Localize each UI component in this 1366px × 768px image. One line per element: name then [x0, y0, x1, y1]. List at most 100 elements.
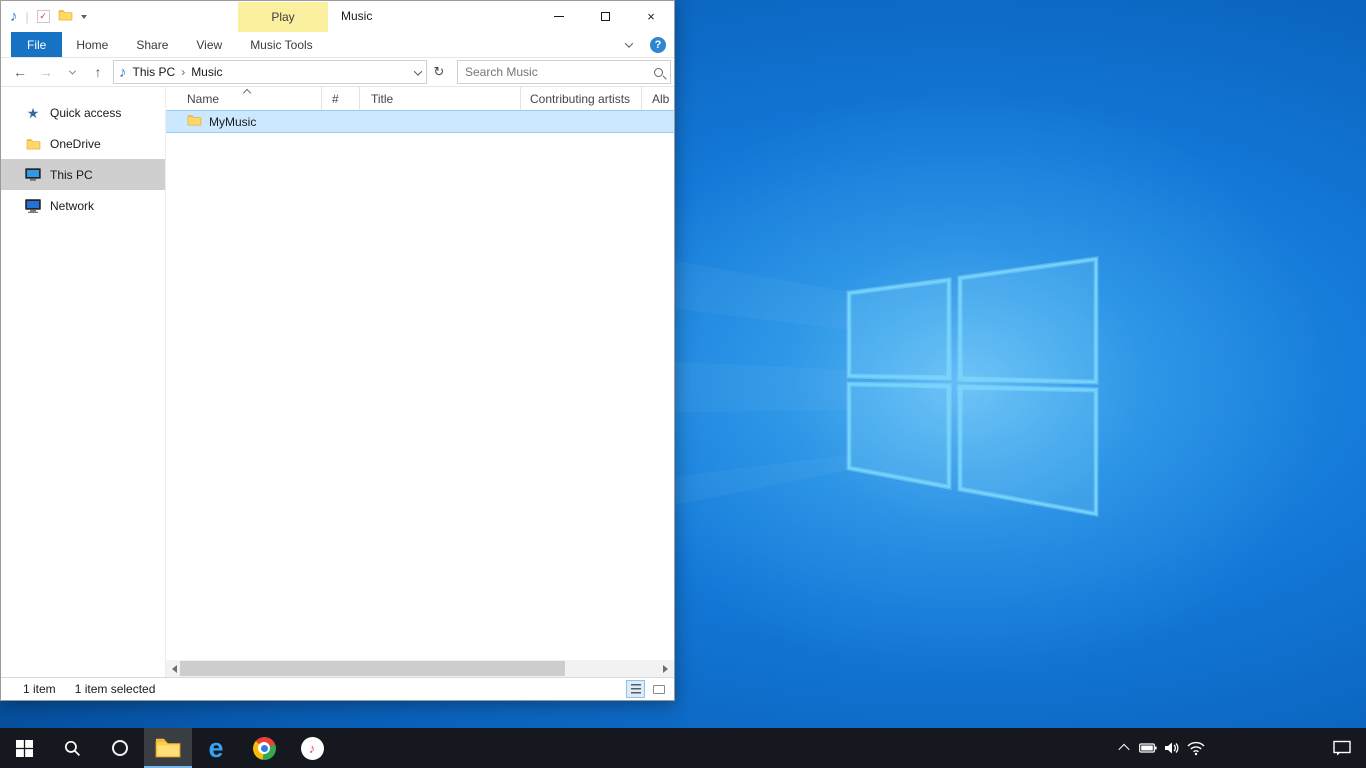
close-button[interactable]: × [628, 1, 674, 32]
contextual-tab-group-play[interactable]: Play [238, 2, 328, 32]
tab-file[interactable]: File [11, 32, 62, 57]
selection-count: 1 item selected [75, 682, 156, 696]
cortana-icon [112, 740, 128, 756]
sidebar-item-label: OneDrive [50, 137, 101, 151]
sidebar-item-label: Quick access [50, 106, 121, 120]
address-bar[interactable]: ♪ This PC › Music [113, 60, 427, 84]
tray-spacer [1208, 728, 1330, 768]
details-view-button[interactable] [626, 680, 645, 698]
chevron-down-icon [625, 39, 633, 47]
horizontal-scrollbar[interactable] [166, 660, 674, 677]
chrome-button[interactable] [240, 728, 288, 768]
properties-icon[interactable]: ✓ [37, 10, 50, 23]
ribbon-expand-button[interactable] [620, 42, 638, 48]
action-center-button[interactable] [1330, 728, 1354, 768]
triangle-left-icon [172, 665, 177, 673]
onedrive-folder-icon [25, 138, 41, 150]
large-icons-view-icon [653, 685, 665, 694]
computer-icon [25, 168, 41, 182]
file-rows: MyMusic [166, 110, 674, 660]
sidebar-item-label: Network [50, 199, 94, 213]
column-label: Contributing artists [530, 92, 630, 106]
maximize-button[interactable] [582, 1, 628, 32]
title-bar: ♪ | ✓ Play Music × [1, 1, 674, 32]
scroll-right-button[interactable] [657, 660, 674, 677]
help-button[interactable]: ? [650, 37, 666, 53]
system-tray [1112, 728, 1366, 768]
network-icon [25, 199, 41, 213]
sidebar-item-this-pc[interactable]: This PC [1, 159, 165, 190]
item-count: 1 item [23, 682, 56, 696]
scrollbar-thumb[interactable] [180, 661, 565, 676]
column-header-contributing-artists[interactable]: Contributing artists [521, 87, 642, 110]
search-input[interactable] [465, 65, 654, 79]
column-header-album[interactable]: Alb [642, 87, 674, 110]
speaker-icon [1164, 741, 1180, 755]
music-location-icon: ♪ [119, 65, 127, 80]
search-icon[interactable] [654, 68, 663, 77]
qat-customize-caret-icon[interactable] [81, 15, 87, 19]
file-explorer-window: ♪ | ✓ Play Music × File Home Share View … [0, 0, 675, 701]
column-header-title[interactable]: Title [360, 87, 521, 110]
breadcrumb-music[interactable]: Music [191, 65, 222, 79]
breadcrumb-separator: › [181, 65, 185, 79]
volume-button[interactable] [1160, 728, 1184, 768]
taskbar-search-button[interactable] [48, 728, 96, 768]
close-icon: × [647, 10, 655, 23]
recent-locations-caret[interactable] [59, 59, 85, 85]
address-dropdown-caret[interactable] [415, 65, 421, 79]
minimize-button[interactable] [536, 1, 582, 32]
file-row-mymusic[interactable]: MyMusic [166, 110, 674, 133]
status-bar: 1 item 1 item selected [1, 677, 674, 700]
tab-home[interactable]: Home [62, 32, 122, 57]
large-icons-view-button[interactable] [649, 680, 668, 698]
navigation-pane: ★ Quick access OneDrive This PC Network [1, 87, 166, 677]
sidebar-item-onedrive[interactable]: OneDrive [1, 128, 165, 159]
file-list-pane: Name # Title Contributing artists Alb [166, 87, 674, 677]
battery-icon [1139, 742, 1157, 754]
refresh-button[interactable]: ↻ [427, 60, 451, 84]
column-label: Title [371, 92, 393, 106]
file-explorer-icon [155, 737, 181, 758]
column-label: Alb [652, 92, 669, 106]
tab-view[interactable]: View [182, 32, 236, 57]
edge-icon: e [208, 735, 223, 762]
action-center-icon [1333, 740, 1351, 756]
music-app-icon: ♪ [10, 9, 18, 24]
column-header-name[interactable]: Name [166, 87, 322, 110]
minimize-icon [554, 16, 564, 17]
column-header-number[interactable]: # [322, 87, 360, 110]
itunes-button[interactable]: ♪ [288, 728, 336, 768]
folder-icon [187, 114, 202, 129]
forward-button[interactable]: → [33, 59, 59, 85]
start-button[interactable] [0, 728, 48, 768]
up-button[interactable]: ↑ [85, 59, 111, 85]
maximize-icon [601, 12, 610, 21]
sidebar-item-quick-access[interactable]: ★ Quick access [1, 97, 165, 128]
new-folder-icon[interactable] [58, 9, 73, 24]
edge-button[interactable]: e [192, 728, 240, 768]
itunes-icon: ♪ [301, 737, 324, 760]
ribbon-tab-row: File Home Share View Music Tools ? [1, 32, 674, 58]
file-name: MyMusic [209, 115, 256, 129]
quick-access-toolbar: ♪ | ✓ [10, 9, 87, 24]
battery-status-button[interactable] [1136, 728, 1160, 768]
wifi-icon [1187, 741, 1205, 756]
explorer-main: ★ Quick access OneDrive This PC Network [1, 87, 674, 677]
network-status-button[interactable] [1184, 728, 1208, 768]
chevron-down-icon [68, 67, 75, 74]
sort-ascending-icon [243, 89, 251, 97]
breadcrumb-this-pc[interactable]: This PC [133, 65, 176, 79]
back-button[interactable]: ← [7, 59, 33, 85]
view-toggles [626, 680, 668, 698]
tab-share[interactable]: Share [122, 32, 182, 57]
taskbar-file-explorer-button[interactable] [144, 728, 192, 768]
window-controls: × [536, 1, 674, 32]
windows-logo-icon [16, 740, 33, 757]
show-hidden-icons-button[interactable] [1112, 728, 1136, 768]
tab-music-tools[interactable]: Music Tools [236, 32, 326, 57]
chrome-icon [253, 737, 276, 760]
address-bar-row: ← → ↑ ♪ This PC › Music ↻ [1, 58, 674, 87]
cortana-button[interactable] [96, 728, 144, 768]
sidebar-item-network[interactable]: Network [1, 190, 165, 221]
